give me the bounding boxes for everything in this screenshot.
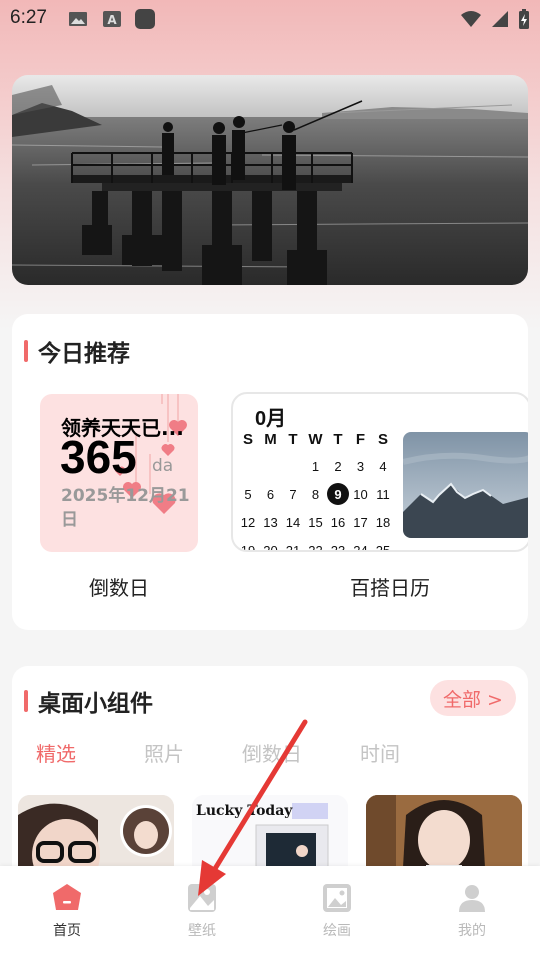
calendar-month: 0月 xyxy=(255,408,287,430)
calendar-day: 6 xyxy=(266,487,275,502)
calendar-day: 8 xyxy=(311,487,320,502)
calendar-day: 18 xyxy=(375,515,391,530)
calendar-day: 1 xyxy=(311,459,320,474)
recommend-card: 今日推荐 领养天天已... 365 da 2025年12月21日 倒数日 0月 … xyxy=(12,314,528,630)
calendar-day: 13 xyxy=(263,515,278,530)
tab-time[interactable]: 时间 xyxy=(360,738,400,767)
countdown-widget-preview[interactable]: 领养天天已... 365 da 2025年12月21日 xyxy=(40,394,198,552)
calendar-day: 11 xyxy=(376,487,390,502)
status-time: 6:27 xyxy=(10,7,47,28)
calendar-day: 2 xyxy=(334,459,342,474)
calendar-day: 21 xyxy=(285,543,301,552)
calendar-day: 15 xyxy=(308,515,323,530)
status-bar: 6:27 A xyxy=(0,0,540,38)
calendar-weekday: W xyxy=(308,431,323,448)
calendar-weekday: T xyxy=(333,431,343,448)
calendar-day: 3 xyxy=(356,459,365,474)
calendar-day: 4 xyxy=(379,459,387,474)
nav-item-wallpaper[interactable]: 壁纸 xyxy=(167,882,237,940)
mountain-image xyxy=(403,432,528,538)
calendar-day: 25 xyxy=(375,543,391,552)
tab-photos[interactable]: 照片 xyxy=(144,738,184,767)
title-accent-bar xyxy=(24,690,28,712)
calendar-day: 23 xyxy=(330,543,346,552)
app-square-icon xyxy=(135,9,155,29)
widgets-card: 桌面小组件 全部 > 精选 照片 倒数日 时间 Lucky Today xyxy=(12,666,528,886)
bottom-nav: 首页 壁纸 绘画 我的 xyxy=(0,866,540,960)
calendar-widget-preview[interactable]: 0月 S M T W T F S 1 2 3 4 5 6 7 8 9 10 11 12 13 14 15 16 17 18 19 2… xyxy=(231,392,528,552)
calendar-day: 17 xyxy=(353,515,368,530)
calendar-day: 14 xyxy=(285,515,301,530)
nav-label-wallpaper: 壁纸 xyxy=(188,923,216,939)
nav-label-painting: 绘画 xyxy=(323,923,351,939)
tab-countdown[interactable]: 倒数日 xyxy=(242,738,302,767)
calendar-day: 24 xyxy=(353,543,368,552)
countdown-date: 2025年12月21日 xyxy=(61,486,190,530)
calendar-label[interactable]: 百搭日历 xyxy=(312,572,468,601)
nav-item-profile[interactable]: 我的 xyxy=(437,882,507,940)
countdown-unit: da xyxy=(152,456,174,476)
calendar-day: 9 xyxy=(334,487,342,502)
mountain-photo xyxy=(403,432,528,538)
app-notification-icon: A xyxy=(103,11,121,27)
nav-label-profile: 我的 xyxy=(458,923,486,939)
nav-item-painting[interactable]: 绘画 xyxy=(302,882,372,940)
view-all-button[interactable]: 全部 > xyxy=(430,680,516,716)
calendar-day: 5 xyxy=(244,487,252,502)
banner-image[interactable] xyxy=(12,75,528,285)
recommend-title-text: 今日推荐 xyxy=(38,341,130,367)
widgets-title-text: 桌面小组件 xyxy=(38,691,153,717)
profile-icon xyxy=(459,885,485,912)
calendar-weekday: F xyxy=(355,431,366,448)
tab-featured[interactable]: 精选 xyxy=(36,738,76,767)
calendar-weekday: M xyxy=(264,431,277,448)
painting-icon xyxy=(323,884,351,912)
recommend-title: 今日推荐 xyxy=(24,334,130,368)
calendar-day: 12 xyxy=(240,515,256,530)
home-icon xyxy=(53,884,81,910)
calendar-day: 10 xyxy=(353,487,368,502)
status-right xyxy=(460,8,530,30)
countdown-number: 365 xyxy=(60,431,137,483)
nav-label-home: 首页 xyxy=(53,923,81,939)
lucky-today-text: Lucky Today xyxy=(196,803,293,819)
title-accent-bar xyxy=(24,340,28,362)
calendar-weekday: T xyxy=(288,431,298,448)
calendar-weekday: S xyxy=(242,431,253,448)
pier-fishing-photo xyxy=(12,75,528,285)
calendar-day: 22 xyxy=(308,543,323,552)
battery-charging-icon xyxy=(519,9,529,29)
widgets-title: 桌面小组件 xyxy=(24,684,153,718)
countdown-label[interactable]: 倒数日 xyxy=(40,572,198,601)
wallpaper-icon xyxy=(188,884,216,912)
wifi-icon xyxy=(461,11,481,27)
calendar-day: 7 xyxy=(289,487,297,502)
calendar-weekday: S xyxy=(377,431,388,448)
signal-icon xyxy=(492,11,508,27)
svg-text:A: A xyxy=(107,13,117,27)
calendar-day: 20 xyxy=(263,543,278,552)
gallery-notification-icon xyxy=(69,12,87,26)
calendar-day: 16 xyxy=(330,515,346,530)
calendar-day: 19 xyxy=(240,543,256,552)
nav-item-home[interactable]: 首页 xyxy=(32,882,102,940)
